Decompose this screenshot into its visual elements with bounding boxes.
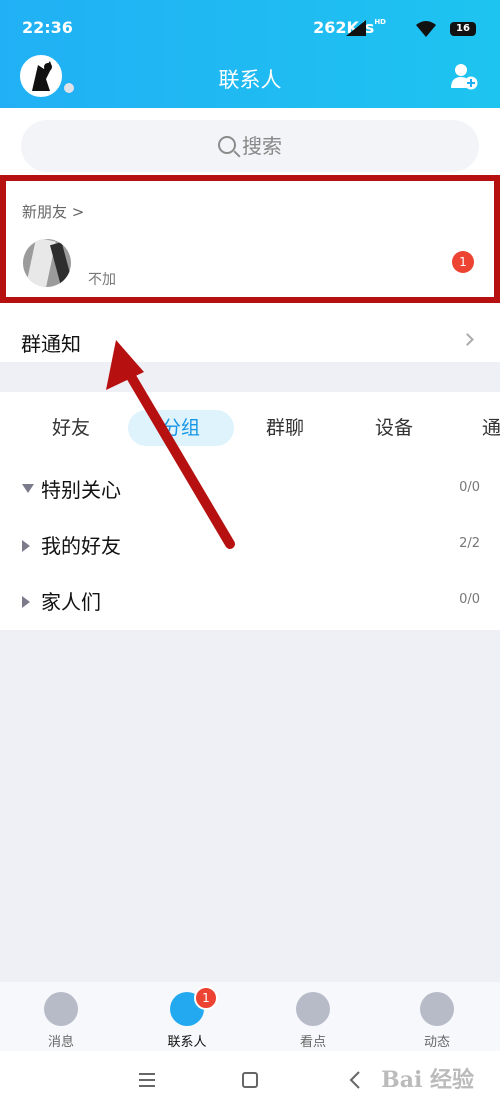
- watermark-logo: Bai 经验: [381, 1067, 474, 1093]
- new-friends-badge: 1: [452, 251, 474, 273]
- chevron-right-icon: [461, 333, 474, 346]
- nav-contacts[interactable]: 1 联系人: [142, 986, 232, 1050]
- search-bar[interactable]: 搜索: [21, 120, 479, 172]
- friend-request-note: 不加: [88, 272, 116, 288]
- new-friends-label: 新朋友 >: [22, 203, 85, 221]
- nav-label: 联系人: [167, 1035, 207, 1050]
- top-header: 22:36 262K/sHD 16 联系人: [0, 0, 500, 108]
- square-home-icon[interactable]: [242, 1072, 258, 1088]
- expand-right-icon: [22, 596, 30, 608]
- nav-label: 消息: [47, 1035, 74, 1050]
- add-contact-icon[interactable]: [450, 62, 478, 90]
- chat-smile-icon: [44, 992, 78, 1026]
- tab-group-chats[interactable]: 群聊: [266, 410, 304, 446]
- group-count: 0/0: [459, 480, 480, 495]
- group-notice-row[interactable]: 群通知: [0, 316, 500, 364]
- search-icon: [218, 136, 236, 154]
- wifi-icon: [416, 21, 436, 37]
- nav-messages[interactable]: 消息: [16, 988, 106, 1050]
- signal-icon: [346, 20, 366, 36]
- nav-watch[interactable]: 看点: [268, 988, 358, 1050]
- expand-right-icon: [22, 540, 30, 552]
- back-chevron-icon[interactable]: [349, 1071, 361, 1089]
- battery-icon: 16: [450, 22, 476, 36]
- group-count: 2/2: [459, 536, 480, 551]
- group-row-special[interactable]: 特别关心 0/0: [0, 468, 500, 512]
- expand-down-icon: [22, 484, 34, 493]
- tab-devices[interactable]: 设备: [375, 410, 413, 446]
- eye-icon: [296, 992, 330, 1026]
- group-row-my-friends[interactable]: 我的好友 2/2: [0, 524, 500, 568]
- nav-label: 看点: [299, 1035, 326, 1050]
- page-title: 联系人: [218, 68, 282, 92]
- group-row-family[interactable]: 家人们 0/0: [0, 580, 500, 624]
- new-friends-section[interactable]: 新朋友 > 不加 1: [0, 175, 500, 303]
- status-time: 22:36: [22, 18, 73, 37]
- tab-more[interactable]: 通: [482, 410, 500, 446]
- friend-request-avatar: [23, 239, 71, 287]
- group-count: 0/0: [459, 592, 480, 607]
- nav-updates[interactable]: 动态: [392, 988, 482, 1050]
- bottom-tab-bar: 消息 1 联系人 看点 动态: [0, 982, 500, 1051]
- section-divider: [0, 362, 500, 392]
- tab-friends[interactable]: 好友: [52, 410, 90, 446]
- menu-lines-icon[interactable]: [139, 1073, 155, 1087]
- group-name: 家人们: [41, 590, 101, 614]
- group-name: 特别关心: [41, 478, 121, 502]
- planet-star-icon: [420, 992, 454, 1026]
- nav-label: 动态: [423, 1035, 450, 1050]
- search-placeholder: 搜索: [242, 134, 282, 158]
- status-bar: 22:36 262K/sHD 16: [22, 18, 478, 42]
- nav-badge: 1: [194, 986, 218, 1010]
- group-name: 我的好友: [41, 534, 121, 558]
- tab-groups[interactable]: 分组: [128, 410, 234, 446]
- group-notice-label: 群通知: [21, 332, 81, 356]
